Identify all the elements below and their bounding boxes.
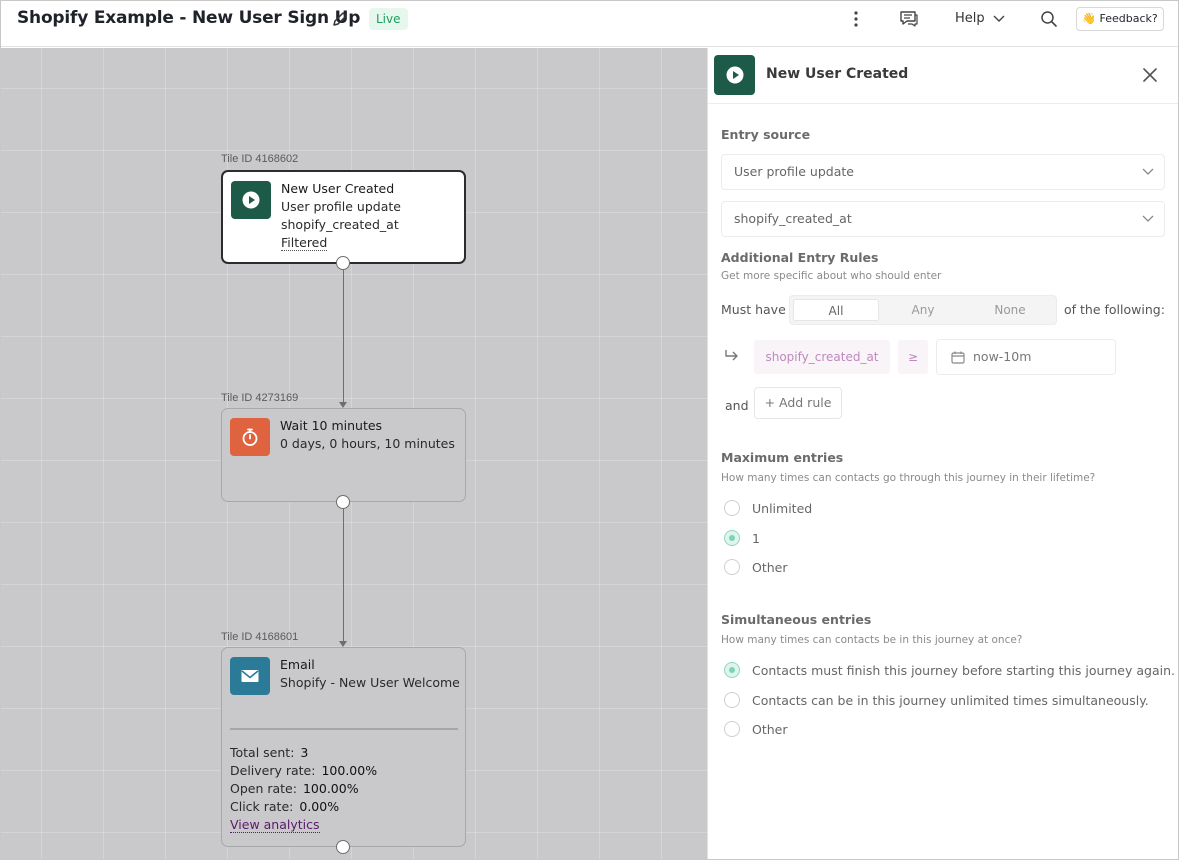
stat-label: Open rate: [230,781,297,796]
play-icon [231,181,271,219]
tile-line: shopify_created_at [281,217,399,232]
help-label: Help [955,11,985,26]
return-arrow-icon [725,350,738,361]
connector-node[interactable] [336,256,350,270]
tile-id-label: Tile ID 4168602 [221,153,299,165]
email-tile[interactable]: Email Shopify - New User Welcome Total s… [221,647,466,847]
entry-field-select[interactable]: shopify_created_at [721,201,1165,237]
stopwatch-icon [230,418,270,456]
stat-value: 3 [300,745,309,760]
feedback-button[interactable]: 👋 Feedback? [1076,7,1164,31]
divider [230,728,458,730]
filtered-label[interactable]: Filtered [281,235,328,251]
help-menu[interactable]: Help [955,11,1005,26]
connector-line [343,509,344,641]
simultaneous-help: How many times can contacts be in this j… [721,634,1023,646]
stat-value: 100.00% [302,781,359,796]
connector-node[interactable] [336,495,350,509]
chevron-down-icon [993,15,1005,22]
tile-line: Shopify - New User Welcome [280,675,460,690]
rule-value: now-10m [973,349,1032,364]
radio-label: 1 [752,530,760,546]
tile-title: New User Created [281,181,395,196]
radio-button[interactable] [724,662,740,678]
comments-icon[interactable] [899,9,919,29]
tile-title: Email [280,657,315,672]
pencil-icon[interactable] [331,10,349,28]
email-stats: Total sent: 3 Delivery rate: 100.00% Open … [230,744,377,834]
chevron-down-icon [1142,168,1154,175]
stat-label: Click rate: [230,799,294,814]
radio-unlimited-simultaneous[interactable]: Contacts can be in this journey unlimite… [724,692,1149,708]
rule-value-input[interactable]: now-10m [936,339,1116,375]
select-value: User profile update [734,164,854,179]
simultaneous-label: Simultaneous entries [721,612,872,627]
radio-label: Other [752,721,788,737]
search-icon[interactable] [1039,9,1059,29]
additional-rules-label: Additional Entry Rules [721,250,879,265]
radio-label: Contacts can be in this journey unlimite… [752,692,1149,708]
journey-editor: Shopify Example - New User Sign Up Live … [0,0,1179,860]
and-label: and [725,398,749,413]
radio-other[interactable]: Other [724,559,788,575]
max-entries-label: Maximum entries [721,450,844,465]
radio-unlimited[interactable]: Unlimited [724,500,812,516]
connector-line [343,270,344,402]
stat-value: 100.00% [321,763,378,778]
rule-field-chip[interactable]: shopify_created_at [754,340,890,374]
journey-title: Shopify Example - New User Sign Up [17,8,361,28]
add-rule-button[interactable]: + Add rule [754,387,842,419]
rule-operator-chip[interactable]: ≥ [898,340,928,374]
max-entries-help: How many times can contacts go through t… [721,472,1096,484]
more-vertical-icon[interactable] [846,9,866,29]
radio-label: Unlimited [752,500,813,516]
tile-id-label: Tile ID 4168601 [221,631,299,643]
radio-button[interactable] [724,559,740,575]
segment-any[interactable]: Any [880,299,966,321]
entry-source-label: Entry source [721,127,811,142]
must-have-label: Must have [721,302,786,317]
trigger-tile[interactable]: New User Created User profile update sho… [221,170,466,264]
panel-header: New User Created [708,48,1178,104]
radio-button[interactable] [724,692,740,708]
tile-line: User profile update [281,199,401,214]
top-header: Shopify Example - New User Sign Up Live … [1,1,1178,47]
segment-none[interactable]: None [967,299,1053,321]
journey-canvas[interactable]: Tile ID 4168602 New User Created User pr… [1,48,707,859]
radio-label: Contacts must finish this journey before… [752,662,1175,678]
connector-node[interactable] [336,840,350,854]
calendar-icon [951,351,965,364]
stat-label: Total sent: [230,745,295,760]
close-icon[interactable] [1140,65,1160,85]
tile-id-label: Tile ID 4273169 [221,392,299,404]
select-value: shopify_created_at [734,211,852,226]
chevron-down-icon [1142,215,1154,222]
additional-rules-help: Get more specific about who should enter [721,270,942,282]
tile-content: Email Shopify - New User Welcome [280,656,460,692]
wait-tile[interactable]: Wait 10 minutes 0 days, 0 hours, 10 minu… [221,408,466,502]
stat-label: Delivery rate: [230,763,316,778]
radio-finish-first[interactable]: Contacts must finish this journey before… [724,662,1175,678]
radio-simultaneous-other[interactable]: Other [724,721,788,737]
tile-content: Wait 10 minutes 0 days, 0 hours, 10 minu… [280,417,455,453]
radio-button[interactable] [724,721,740,737]
tile-settings-panel: New User Created Entry source User profi… [707,48,1178,859]
entry-source-select[interactable]: User profile update [721,154,1165,190]
tile-title: Wait 10 minutes [280,418,383,433]
segment-all[interactable]: All [793,299,879,321]
radio-button[interactable] [724,530,740,546]
stat-value: 0.00% [299,799,340,814]
radio-one[interactable]: 1 [724,530,760,546]
radio-button[interactable] [724,500,740,516]
status-badge: Live [369,8,408,30]
match-segmented-control: All Any None [789,295,1057,325]
view-analytics-link[interactable]: View analytics [230,817,320,833]
panel-title: New User Created [766,66,909,82]
tile-content: New User Created User profile update sho… [281,180,401,252]
envelope-icon [230,657,270,695]
play-icon [714,55,755,95]
radio-label: Other [752,559,788,575]
of-following-label: of the following: [1064,302,1165,317]
tile-line: 0 days, 0 hours, 10 minutes [280,436,455,451]
